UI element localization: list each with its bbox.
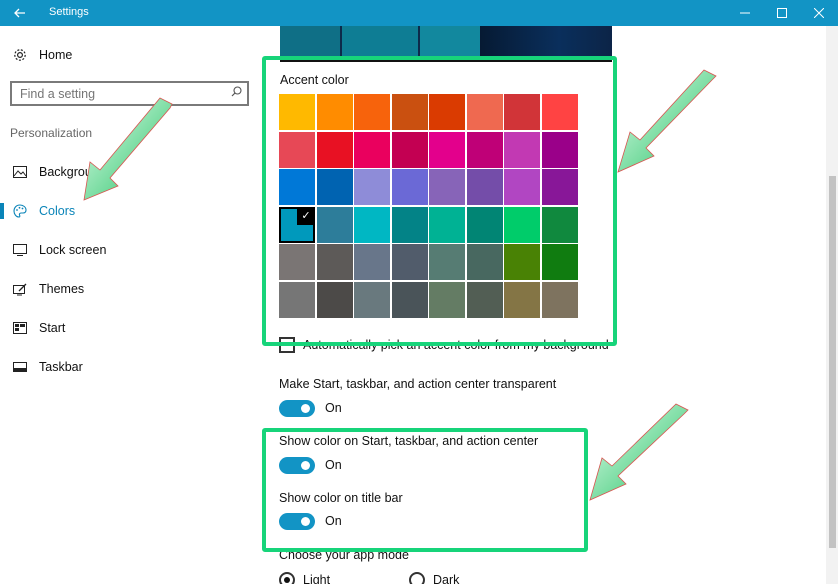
sidebar-item-label: Colors: [39, 204, 76, 218]
picture-icon: [12, 164, 28, 180]
back-button[interactable]: [0, 0, 40, 26]
app-mode-dark[interactable]: Dark: [409, 572, 459, 584]
transparent-toggle[interactable]: [279, 399, 315, 417]
settings-window: Settings Home Personalization: [0, 0, 838, 584]
active-indicator: [0, 203, 4, 219]
search-box[interactable]: [10, 81, 249, 106]
palette-icon: [12, 203, 28, 219]
arrow-to-show-color: [589, 403, 689, 501]
sidebar-item-label: Lock screen: [39, 243, 107, 257]
minimize-icon: [740, 12, 750, 14]
gear-icon: [12, 47, 28, 63]
themes-icon: [12, 281, 28, 297]
window-title: Settings: [49, 6, 89, 18]
sidebar-item-lock-screen[interactable]: Lock screen: [0, 235, 240, 265]
transparent-toggle-row[interactable]: On: [279, 399, 342, 417]
app-mode-light[interactable]: Light: [279, 572, 330, 584]
close-icon: [814, 8, 824, 18]
close-button[interactable]: [800, 0, 838, 26]
taskbar-icon: [12, 359, 28, 375]
sidebar-item-colors[interactable]: Colors: [0, 196, 240, 226]
maximize-button[interactable]: [763, 0, 801, 26]
highlight-box-show-color: [262, 428, 588, 552]
arrow-to-accent-grid: [617, 69, 717, 173]
home-nav-item[interactable]: Home: [0, 40, 240, 70]
search-icon[interactable]: [231, 86, 242, 100]
section-heading: Personalization: [10, 126, 93, 140]
maximize-icon: [777, 8, 787, 18]
sidebar-item-themes[interactable]: Themes: [0, 274, 240, 304]
dark-label: Dark: [433, 573, 460, 584]
title-bar: Settings: [0, 0, 838, 26]
sidebar-item-background[interactable]: Background: [0, 157, 240, 187]
sidebar-item-taskbar[interactable]: Taskbar: [0, 352, 240, 382]
sidebar-item-label: Background: [39, 165, 106, 179]
home-label: Home: [39, 48, 73, 62]
sidebar-item-label: Taskbar: [39, 360, 83, 374]
scroll-thumb[interactable]: [829, 176, 836, 548]
transparent-label: Make Start, taskbar, and action center t…: [279, 377, 557, 391]
transparent-state: On: [325, 401, 342, 415]
search-input[interactable]: [12, 83, 212, 104]
scrollbar[interactable]: [826, 26, 838, 584]
light-label: Light: [303, 573, 331, 584]
sidebar-item-start[interactable]: Start: [0, 313, 240, 343]
sidebar-item-label: Themes: [39, 282, 85, 296]
highlight-box-accent: [262, 56, 617, 346]
light-radio[interactable]: [279, 572, 295, 584]
back-arrow-icon: [14, 8, 25, 18]
minimize-button[interactable]: [726, 0, 764, 26]
sidebar: Home Personalization Background Colors: [0, 26, 260, 584]
dark-radio[interactable]: [409, 572, 425, 584]
lock-screen-icon: [12, 242, 28, 258]
start-icon: [12, 320, 28, 336]
sidebar-item-label: Start: [39, 321, 66, 335]
